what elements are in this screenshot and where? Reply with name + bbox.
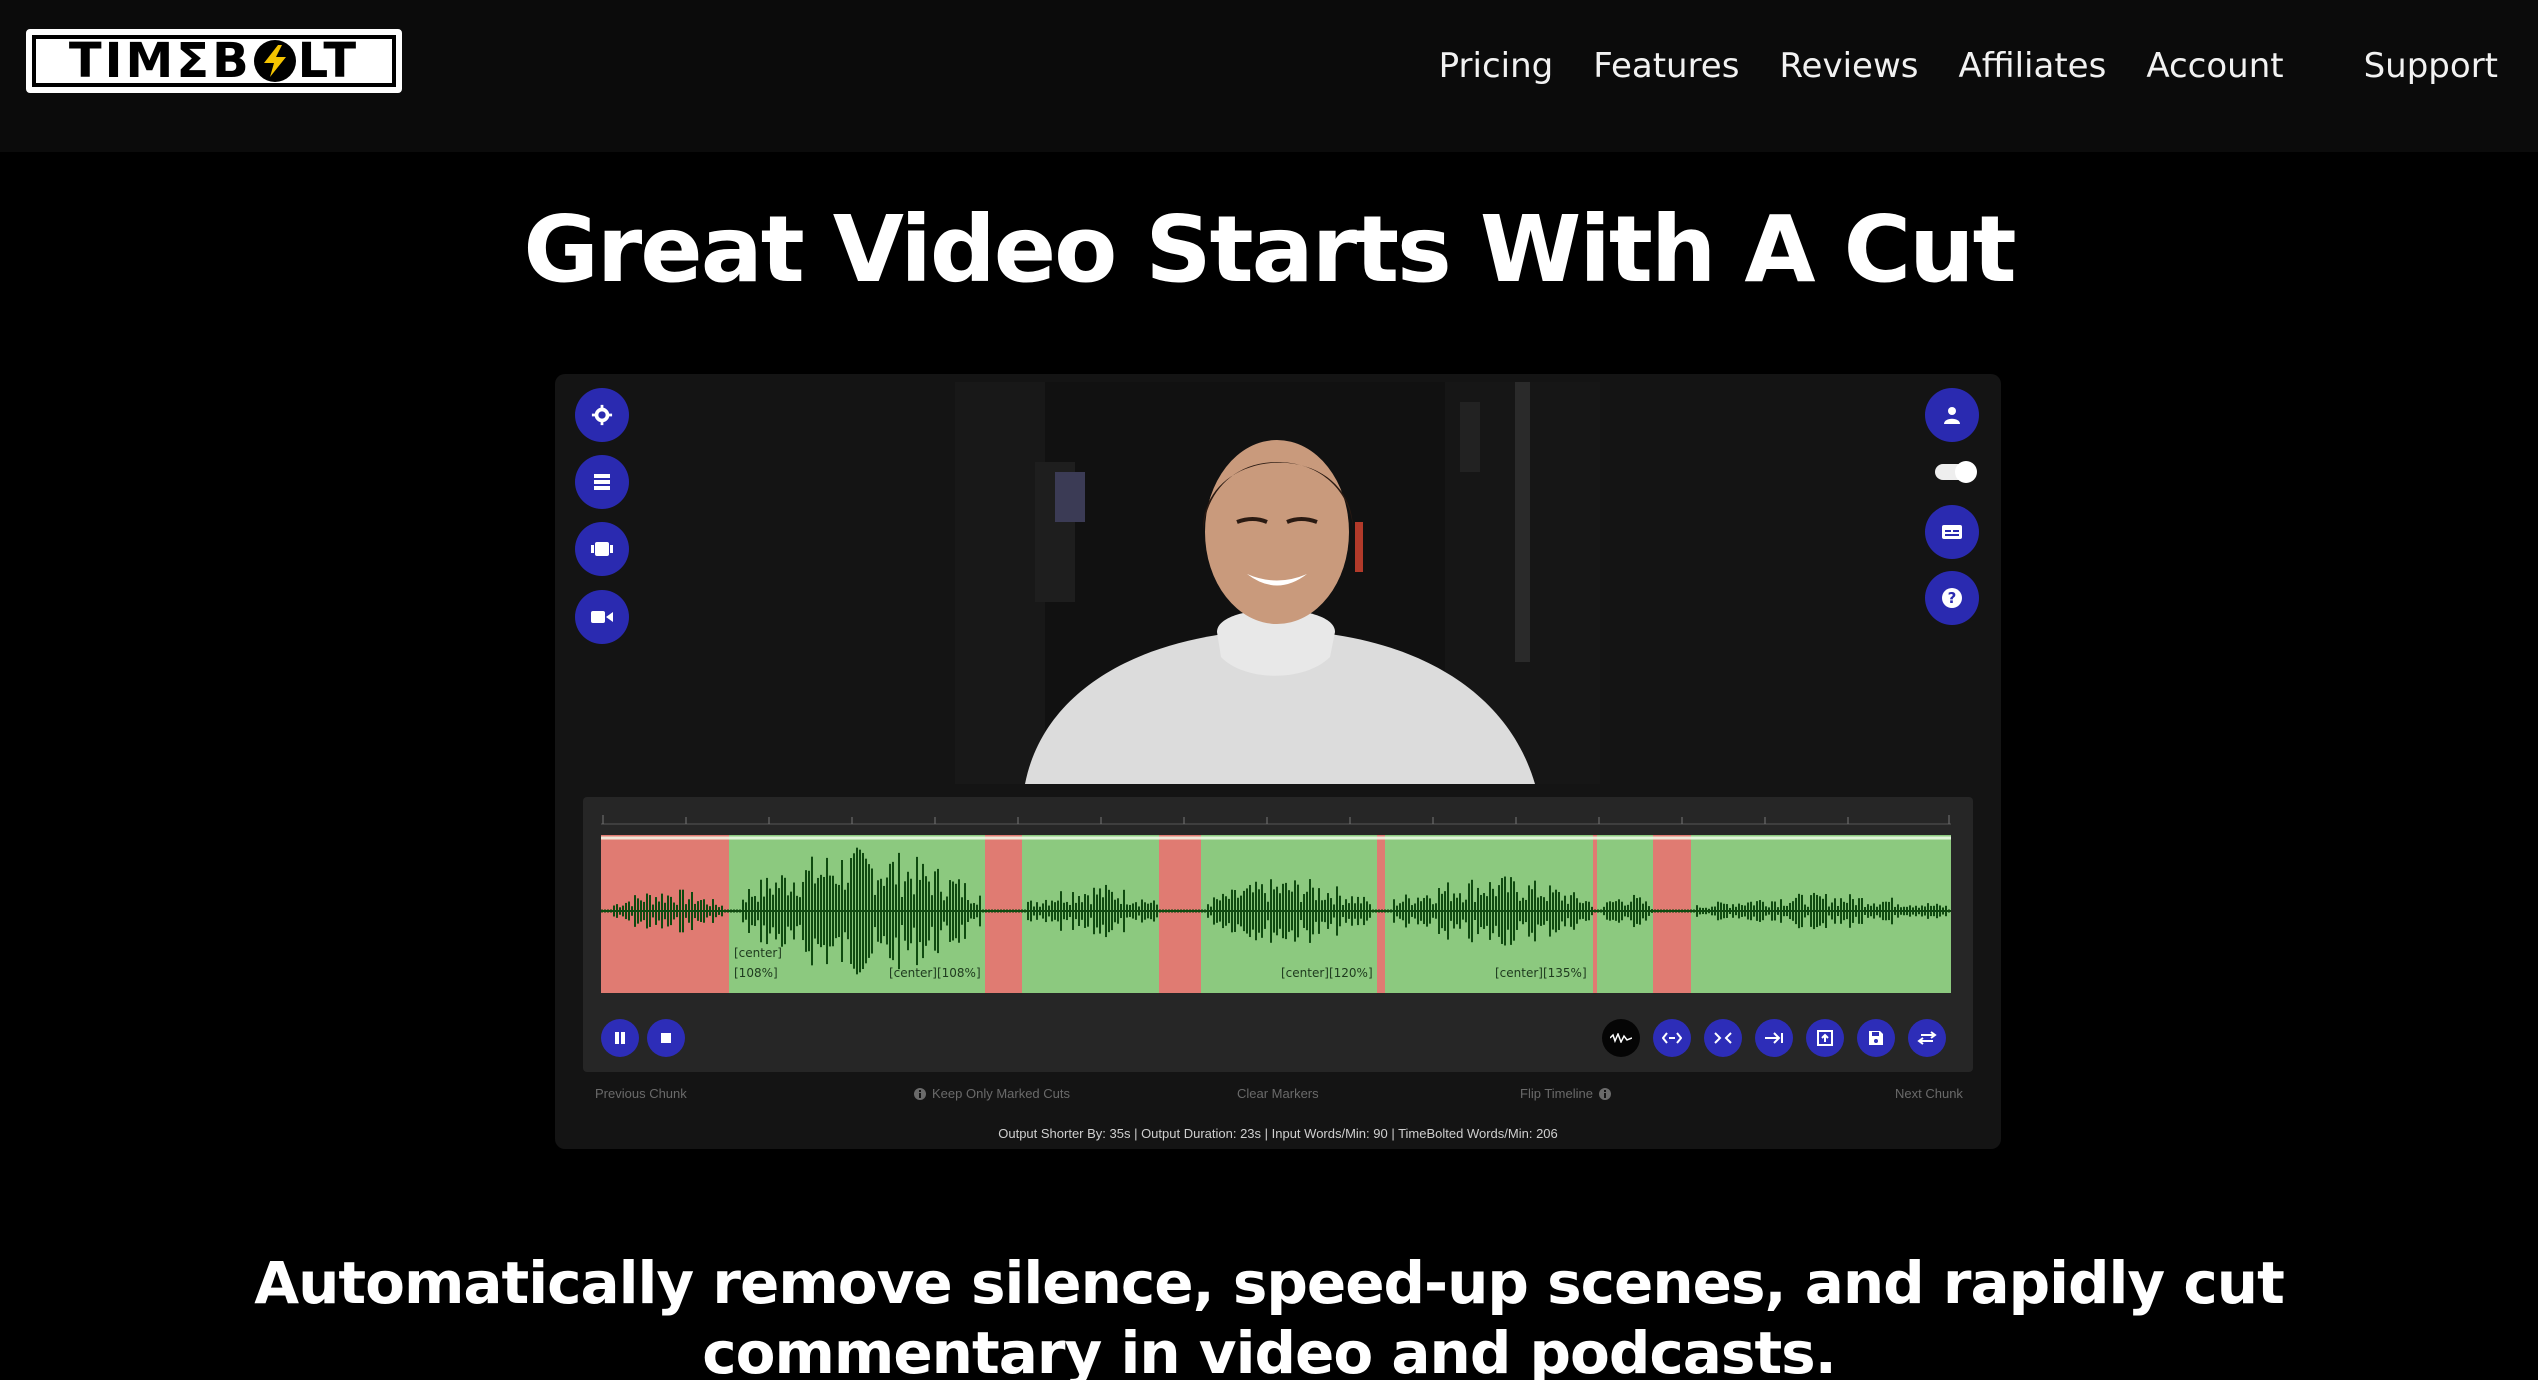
segment-label-1b: [108%] [734, 966, 778, 980]
hero-title: Great Video Starts With A Cut [523, 196, 2016, 303]
expand-icon[interactable] [1653, 1019, 1691, 1057]
audio-waveform-timeline[interactable]: [center] [108%] [center][108%] [center][… [601, 835, 1951, 993]
app-screenshot: ? [center] [108%] [center][108%] [center… [555, 374, 2001, 1149]
cut-segment [1159, 835, 1201, 993]
list-icon[interactable] [575, 455, 629, 509]
captions-icon[interactable] [1925, 505, 1979, 559]
site-header: TIMΣB LT Pricing Features Reviews Affili… [0, 0, 2538, 152]
stop-icon[interactable] [647, 1019, 685, 1057]
video-preview[interactable] [955, 382, 1600, 784]
next-chunk-link[interactable]: Next Chunk [1895, 1086, 1963, 1101]
hero-subtitle: Automatically remove silence, speed-up s… [0, 1248, 2538, 1380]
timeline-panel: [center] [108%] [center][108%] [center][… [583, 797, 1973, 1072]
info-icon [1598, 1088, 1611, 1100]
film-icon[interactable] [575, 522, 629, 576]
timeline-ruler[interactable] [601, 811, 1951, 825]
lightning-bolt-icon [253, 40, 296, 82]
timebolt-logo[interactable]: TIMΣB LT [26, 29, 402, 93]
segment-label-1a: [center] [734, 946, 782, 960]
info-icon [914, 1088, 926, 1100]
clear-markers-link[interactable]: Clear Markers [1237, 1086, 1319, 1101]
pause-icon[interactable] [601, 1019, 639, 1057]
keep-marked-cuts-label: Keep Only Marked Cuts [932, 1086, 1071, 1101]
nav-account[interactable]: Account [2146, 46, 2283, 86]
previous-chunk-link[interactable]: Previous Chunk [595, 1086, 687, 1101]
segment-label-4: [center][135%] [1495, 966, 1587, 980]
flip-timeline-link[interactable]: Flip Timeline [1520, 1086, 1611, 1101]
logo-text-prefix: TIMΣB [68, 33, 252, 89]
main-nav: Pricing Features Reviews Affiliates Acco… [1399, 0, 2538, 132]
hero-subtitle-line-2: commentary in video and podcasts. [702, 1319, 1837, 1380]
cut-segment [1377, 835, 1385, 993]
user-icon[interactable] [1925, 388, 1979, 442]
nav-pricing[interactable]: Pricing [1439, 46, 1554, 86]
export-icon[interactable] [1806, 1019, 1844, 1057]
skip-end-icon[interactable] [1755, 1019, 1793, 1057]
keep-marked-cuts-link[interactable]: Keep Only Marked Cuts [914, 1086, 1070, 1101]
nav-reviews[interactable]: Reviews [1779, 46, 1918, 86]
hero-subtitle-line-1: Automatically remove silence, speed-up s… [254, 1249, 2285, 1317]
nav-features[interactable]: Features [1593, 46, 1739, 86]
nav-affiliates[interactable]: Affiliates [1958, 46, 2106, 86]
segment-label-3: [center][120%] [1281, 966, 1373, 980]
save-icon[interactable] [1857, 1019, 1895, 1057]
gear-icon[interactable] [575, 388, 629, 442]
logo-text-suffix: LT [297, 33, 360, 89]
toggle-switch[interactable] [1935, 461, 1977, 483]
camera-icon[interactable] [575, 590, 629, 644]
waveform-icon[interactable] [1602, 1019, 1640, 1057]
segment-label-2: [center][108%] [889, 966, 981, 980]
cut-segment [1653, 835, 1691, 993]
flip-timeline-label: Flip Timeline [1520, 1086, 1593, 1101]
swap-icon[interactable] [1908, 1019, 1946, 1057]
logo-wordmark: TIMΣB LT [32, 33, 396, 89]
output-stats: Output Shorter By: 35s | Output Duration… [998, 1126, 1558, 1141]
help-icon[interactable]: ? [1925, 571, 1979, 625]
cut-segment [1593, 835, 1597, 993]
nav-support[interactable]: Support [2364, 46, 2498, 86]
collapse-icon[interactable] [1704, 1019, 1742, 1057]
svg-text:?: ? [1948, 589, 1957, 607]
cut-segment [985, 835, 1022, 993]
